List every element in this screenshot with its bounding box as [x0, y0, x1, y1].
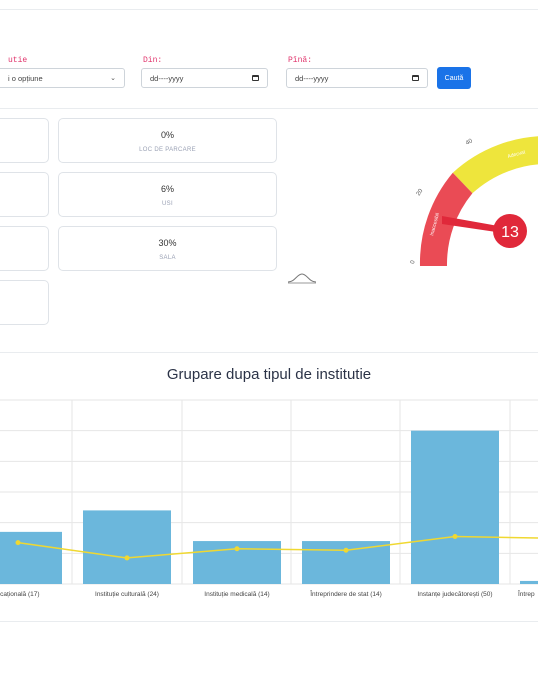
chart-category-label: Instituție culturală (24)	[95, 591, 159, 598]
pina-date-value: dd----yyyy	[295, 73, 329, 83]
chart-bar	[302, 541, 390, 584]
left-card-3	[0, 226, 49, 271]
gauge-tick-40: 40	[465, 138, 474, 147]
chart-point	[234, 546, 240, 552]
chevron-down-icon: ⌄	[110, 75, 116, 82]
chart-category-label: Instanțe judecătorești (50)	[417, 591, 492, 598]
gauge-value: 13	[501, 224, 519, 241]
gauge-tick-20: 20	[416, 188, 425, 197]
top-divider	[0, 9, 538, 10]
chart-point	[452, 533, 458, 539]
section-divider	[0, 352, 538, 353]
bell-curve-icon	[287, 273, 317, 284]
left-card-2	[0, 172, 49, 217]
stat-card-parcare: 0% LOC DE PARCARE	[58, 118, 277, 163]
chart-bar	[411, 430, 499, 584]
chart-category-label: ucațională (17)	[0, 591, 40, 598]
gauge-tick-0: 0	[410, 259, 417, 264]
pina-date-input[interactable]: dd----yyyy	[286, 68, 428, 88]
gauge-yellow-band	[452, 136, 538, 194]
accessibility-gauge: 0 20 40 Inaccesibil Adecvat 13	[410, 136, 538, 266]
chart-point	[124, 555, 130, 561]
chart-bar	[520, 580, 538, 584]
calendar-icon[interactable]	[252, 75, 259, 81]
institutie-label: utie	[8, 56, 28, 65]
din-date-input[interactable]: dd----yyyy	[141, 68, 268, 88]
chart-title: Grupare dupa tipul de institutie	[166, 366, 372, 383]
stat-label: USI	[162, 201, 173, 207]
stat-card-usi: 6% USI	[58, 172, 277, 217]
din-date-value: dd----yyyy	[150, 73, 184, 83]
chart-point	[15, 540, 21, 546]
stat-value: 0%	[160, 130, 174, 140]
search-button[interactable]: Caută	[437, 67, 471, 89]
chart-category-label: Instituție medicală (14)	[204, 591, 269, 598]
left-card-4	[0, 280, 49, 325]
filter-divider	[0, 108, 538, 109]
institutie-select[interactable]: i o opțiune ⌄	[0, 68, 125, 88]
calendar-icon[interactable]	[412, 75, 419, 81]
stat-label: LOC DE PARCARE	[139, 147, 196, 153]
chart-point	[343, 547, 349, 553]
chart-category-label: Întreprindere de stat (14)	[309, 589, 382, 598]
din-label: Din:	[143, 56, 163, 65]
left-card-1	[0, 118, 49, 163]
stat-value: 6%	[160, 184, 174, 194]
institution-type-chart: ucațională (17) Instituție culturală (24)…	[0, 399, 538, 598]
chart-bar	[0, 531, 62, 584]
stat-card-sala: 30% SALA	[58, 226, 277, 271]
stat-label: SALA	[159, 255, 176, 261]
stat-value: 30%	[158, 238, 177, 248]
institutie-select-value: i o opțiune	[8, 73, 43, 83]
chart-bar	[83, 510, 171, 584]
pina-label: Pînă:	[288, 56, 313, 65]
chart-category-label: Întrep	[517, 589, 535, 598]
bottom-divider	[0, 621, 538, 622]
